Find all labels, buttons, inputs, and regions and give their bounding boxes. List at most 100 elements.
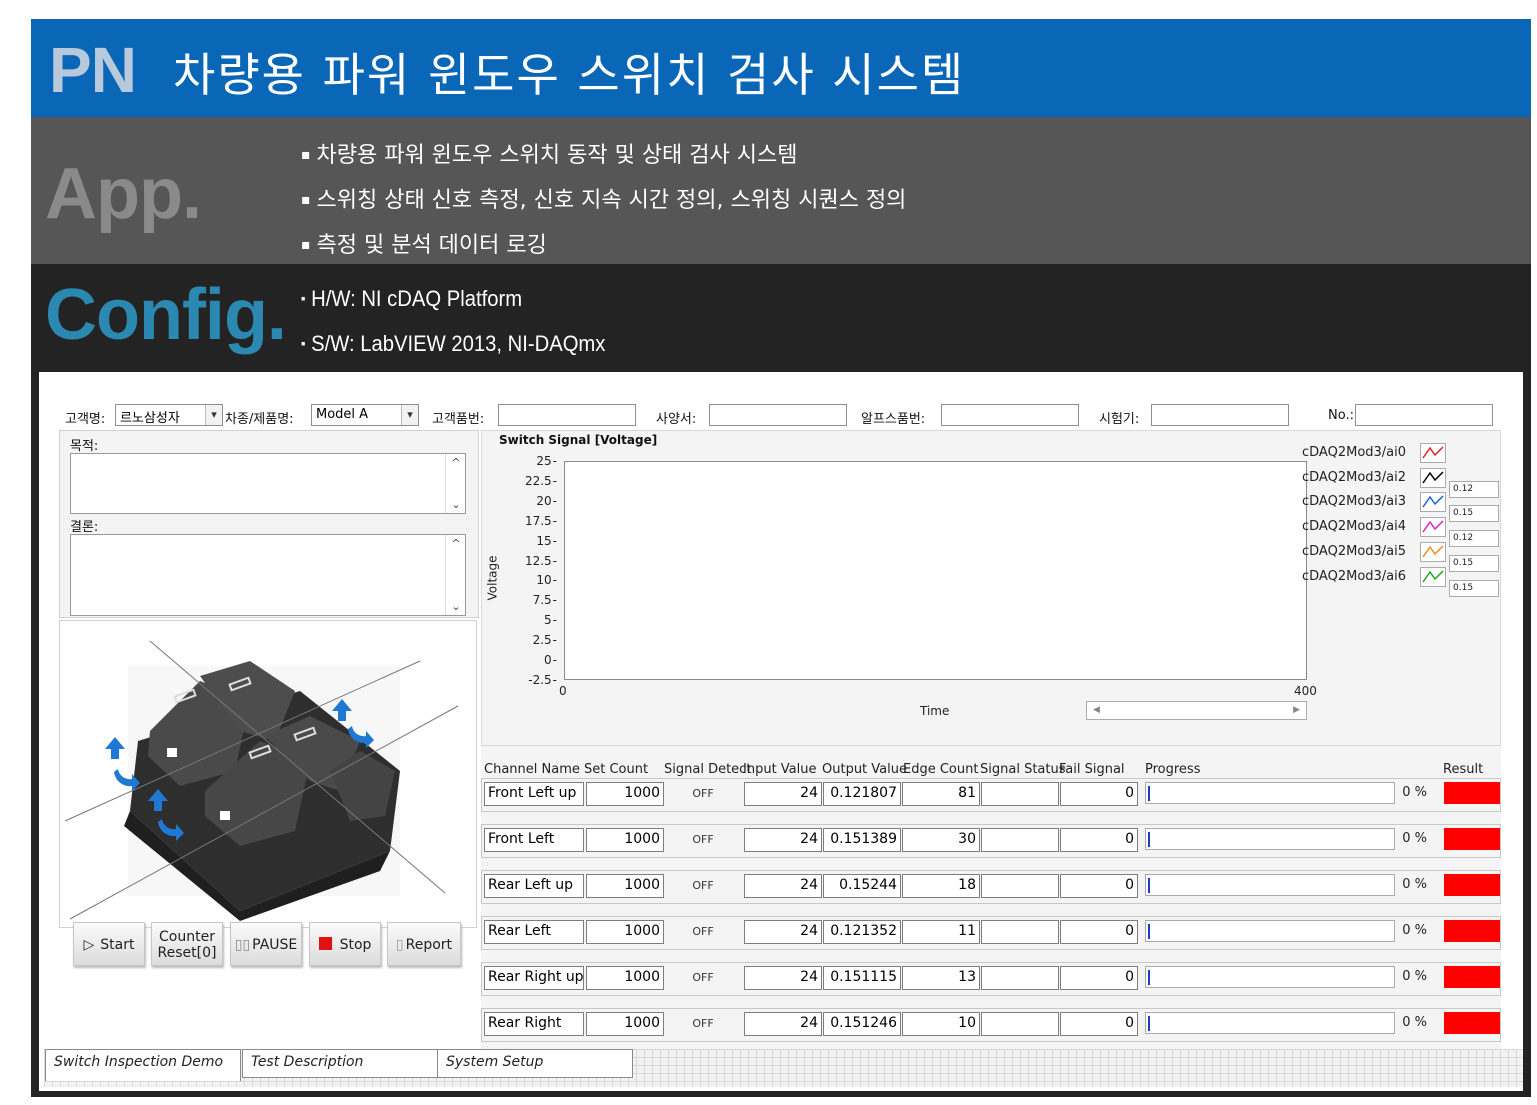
col-header: Signal Detect: [664, 762, 752, 777]
counter-reset-button[interactable]: Counter Reset[0]: [151, 922, 223, 966]
output-value-cell: 0.151115: [823, 966, 901, 990]
legend-value: 0.15: [1449, 505, 1499, 523]
tab-switch-inspection-demo[interactable]: Switch Inspection Demo: [45, 1049, 241, 1081]
legend-swatch[interactable]: [1420, 517, 1446, 538]
set-count-cell[interactable]: 1000: [586, 966, 664, 990]
channel-name-cell[interactable]: Rear Left up: [484, 874, 584, 898]
part-number-input[interactable]: [498, 404, 636, 426]
fail-signal-cell: 0: [1060, 828, 1138, 852]
purpose-label: 목적:: [70, 439, 99, 454]
tester-input[interactable]: [1151, 404, 1289, 426]
chevron-left-icon[interactable]: ◀: [1093, 705, 1100, 715]
progress-fill: [1148, 832, 1150, 847]
chevron-up-icon[interactable]: ^: [446, 456, 466, 469]
col-header: Signal Status: [980, 762, 1066, 777]
pause-button[interactable]: ▯▯ PAUSE: [230, 922, 302, 966]
play-icon: ▷: [83, 937, 95, 953]
progress-fill: [1148, 1016, 1150, 1031]
customer-select[interactable]: 르노삼성자 ▾: [115, 404, 223, 426]
plot-line-icon: [1422, 545, 1444, 558]
result-indicator: [1444, 920, 1500, 942]
chevron-down-icon[interactable]: ⌄: [446, 600, 466, 613]
y-tick-label: 10: [509, 573, 557, 587]
set-count-cell[interactable]: 1000: [586, 920, 664, 944]
table-row: Rear Left up 1000 OFF 24 0.15244 18 0 0 %: [481, 870, 1501, 904]
set-count-cell[interactable]: 1000: [586, 1012, 664, 1036]
channel-name-cell[interactable]: Rear Right up: [484, 966, 584, 990]
config-bullet: H/W: NI cDAQ Platform: [301, 276, 605, 321]
edge-count-cell: 18: [902, 874, 980, 898]
alps-part-input[interactable]: [941, 404, 1079, 426]
table-row: Front Left up 1000 OFF 24 0.121807 81 0 0 %: [481, 778, 1501, 812]
chevron-right-icon[interactable]: ▶: [1293, 705, 1300, 715]
signal-status-cell: [981, 1012, 1059, 1036]
signal-detect-cell: OFF: [692, 879, 714, 892]
start-button[interactable]: ▷ Start: [73, 922, 145, 966]
signal-detect-cell: OFF: [692, 925, 714, 938]
stop-button[interactable]: Stop: [309, 922, 381, 966]
input-value-cell: 24: [744, 828, 822, 852]
col-header: Result: [1443, 762, 1484, 777]
table-row: Rear Right 1000 OFF 24 0.151246 10 0 0 %: [481, 1008, 1501, 1042]
report-button[interactable]: ▯ Report: [387, 922, 461, 966]
plot-area[interactable]: [564, 461, 1307, 680]
spec-input[interactable]: [709, 404, 847, 426]
legend-swatch[interactable]: [1420, 467, 1446, 488]
purpose-scrollbar[interactable]: ^ ⌄: [445, 454, 465, 513]
input-value-cell: 24: [744, 874, 822, 898]
legend-swatch[interactable]: [1420, 541, 1446, 562]
tab-system-setup[interactable]: System Setup: [437, 1049, 633, 1078]
channel-name-cell[interactable]: Rear Left: [484, 920, 584, 944]
progress-fill: [1148, 924, 1150, 939]
model-select[interactable]: Model A ▾: [311, 404, 419, 426]
chart-title: Switch Signal [Voltage]: [499, 433, 658, 447]
set-count-cell[interactable]: 1000: [586, 874, 664, 898]
plot-line-icon: [1422, 446, 1444, 459]
chart-xlabel: Time: [920, 704, 950, 718]
plot-line-icon: [1422, 569, 1444, 582]
chevron-up-icon[interactable]: ^: [446, 537, 466, 550]
channel-name-cell[interactable]: Front Left up: [484, 782, 584, 806]
plot-line-icon: [1422, 520, 1444, 533]
config-bullet: S/W: LabVIEW 2013, NI-DAQmx: [301, 321, 605, 366]
col-header: Output Value: [822, 762, 907, 777]
y-tick-label: 15: [509, 534, 557, 548]
signal-detect-cell: OFF: [692, 787, 714, 800]
channel-name-cell[interactable]: Front Left: [484, 828, 584, 852]
conclusion-textarea[interactable]: ^ ⌄: [70, 534, 466, 616]
set-count-cell[interactable]: 1000: [586, 782, 664, 806]
chevron-down-icon[interactable]: ▾: [205, 405, 222, 425]
result-indicator: [1444, 828, 1500, 850]
y-tick-label: 25: [509, 454, 557, 468]
edge-count-cell: 10: [902, 1012, 980, 1036]
pause-icon: ▯▯: [234, 937, 251, 953]
y-tick-label: 2.5: [509, 633, 557, 647]
channel-name-cell[interactable]: Rear Right: [484, 1012, 584, 1036]
tab-test-description[interactable]: Test Description: [242, 1049, 438, 1078]
chart-scrollbar[interactable]: ◀ ▶: [1086, 701, 1307, 720]
x-tick-label: 400: [1294, 684, 1317, 698]
result-indicator: [1444, 1012, 1500, 1034]
progress-fill: [1148, 970, 1150, 985]
purpose-textarea[interactable]: ^ ⌄: [70, 453, 466, 514]
legend-swatch[interactable]: [1420, 492, 1446, 513]
power-window-switch-illustration: [64, 640, 459, 921]
plot-line-icon: [1422, 471, 1444, 484]
col-header: Fail Signal: [1059, 762, 1125, 777]
app-bullet: 차량용 파워 윈도우 스위치 동작 및 상태 검사 시스템: [301, 133, 906, 178]
legend-swatch[interactable]: [1420, 443, 1446, 463]
set-count-cell[interactable]: 1000: [586, 828, 664, 852]
signal-detect-cell: OFF: [692, 971, 714, 984]
signal-status-cell: [981, 966, 1059, 990]
legend-swatch[interactable]: [1420, 566, 1446, 587]
legend-label: cDAQ2Mod3/ai0: [1302, 445, 1407, 460]
app-section: App. 차량용 파워 윈도우 스위치 동작 및 상태 검사 시스템 스위칭 상…: [31, 117, 1531, 264]
signal-detect-cell: OFF: [692, 833, 714, 846]
chevron-down-icon[interactable]: ▾: [401, 405, 418, 425]
part-number-label: 고객품번:: [432, 412, 485, 427]
y-tick-label: 12.5: [509, 554, 557, 568]
conclusion-scrollbar[interactable]: ^ ⌄: [445, 535, 465, 615]
chevron-down-icon[interactable]: ⌄: [446, 498, 466, 511]
no-input[interactable]: [1355, 404, 1493, 426]
legend-label: cDAQ2Mod3/ai6: [1302, 568, 1407, 584]
